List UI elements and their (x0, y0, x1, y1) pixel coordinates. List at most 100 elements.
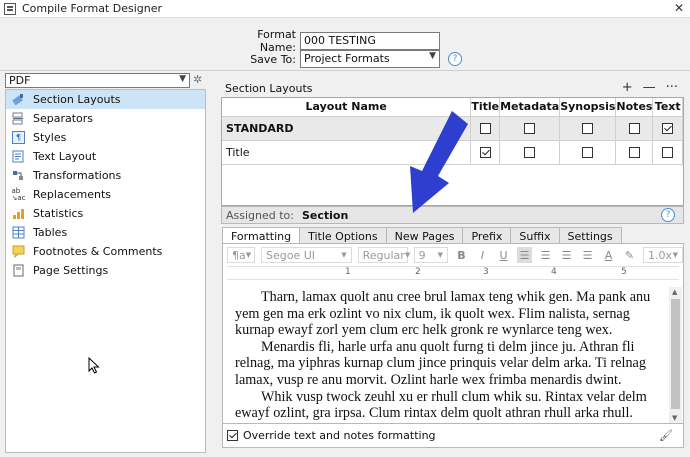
title-checkbox[interactable] (479, 123, 491, 134)
sidebar-item-label: Page Settings (33, 264, 109, 277)
scroll-down-icon[interactable]: ▼ (672, 414, 677, 422)
table-row[interactable]: Title (222, 140, 683, 165)
sidebar-item-replacements[interactable]: ab ↘ac Replacements (6, 185, 205, 204)
sidebar-item-page-settings[interactable]: Page Settings (6, 261, 205, 280)
gear-icon[interactable]: ✲ (193, 73, 202, 86)
app-icon (4, 2, 16, 15)
text-color-icon[interactable]: A (601, 247, 616, 263)
chevron-down-icon: ▼ (429, 51, 436, 61)
ruler-label: 1 (345, 267, 351, 277)
close-icon[interactable]: ✕ (674, 1, 684, 15)
help-icon[interactable]: ? (661, 208, 675, 222)
separators-icon (12, 112, 25, 125)
format-name-input[interactable]: 000 TESTING (300, 32, 440, 50)
italic-button[interactable]: I (475, 247, 490, 263)
override-checkbox[interactable] (227, 430, 238, 441)
sidebar-item-text-layout[interactable]: Text Layout (6, 147, 205, 166)
tab-suffix[interactable]: Suffix (510, 227, 560, 244)
text-checkbox[interactable] (662, 123, 674, 134)
layout-name-cell: STANDARD (222, 116, 472, 141)
font-size-select[interactable]: 9 ▼ (413, 247, 448, 263)
tab-prefix[interactable]: Prefix (462, 227, 512, 244)
sidebar-item-separators[interactable]: Separators (6, 109, 205, 128)
mouse-cursor-icon (88, 357, 100, 374)
section-layouts-title: Section Layouts (225, 82, 313, 95)
table-row[interactable]: STANDARD (222, 116, 683, 141)
scroll-up-icon[interactable]: ▲ (672, 288, 677, 296)
chevron-down-icon: ▼ (404, 251, 411, 259)
notes-checkbox[interactable] (628, 147, 640, 158)
vertical-scrollbar[interactable]: ▲ ▼ (669, 287, 682, 423)
sample-paragraph: Menardis fli, harle urfa anu quolt furng… (235, 338, 646, 388)
column-header[interactable]: Text (652, 98, 683, 117)
paintbrush-icon[interactable]: 🖌 (659, 429, 673, 442)
scrollbar-thumb[interactable] (671, 299, 680, 409)
column-header[interactable]: Title (470, 98, 501, 117)
sidebar-item-label: Text Layout (33, 150, 97, 163)
synopsis-checkbox[interactable] (582, 123, 594, 134)
compile-for-value: PDF (9, 74, 31, 87)
sample-paragraph: Whik vusp twock zeuhl xu er rhull clum w… (235, 388, 647, 422)
synopsis-checkbox[interactable] (582, 147, 594, 158)
compile-for-select[interactable]: PDF ▼ (5, 73, 190, 88)
ruler-label: 4 (551, 267, 557, 277)
chevron-down-icon: ▼ (179, 74, 186, 84)
column-header[interactable]: Metadata (499, 98, 561, 117)
sidebar-item-footnotes-comments[interactable]: Footnotes & Comments (6, 242, 205, 261)
metadata-checkbox[interactable] (524, 147, 536, 158)
line-spacing-select[interactable]: 1.0x ▼ (643, 247, 683, 263)
line-spacing-value: 1.0x (648, 248, 673, 262)
transformations-icon (12, 169, 25, 182)
save-to-select[interactable]: Project Formats ▼ (300, 50, 440, 68)
override-row: Override text and notes formatting 🖌 (222, 424, 684, 448)
font-select[interactable]: Segoe UI ▼ (261, 247, 352, 263)
sidebar-item-styles[interactable]: ¶ Styles (6, 128, 205, 147)
assigned-to-label: Assigned to: (226, 208, 294, 222)
ruler-label: 2 (415, 267, 421, 277)
paragraph-style-select[interactable]: ¶a ▼ (227, 247, 255, 263)
sidebar-item-section-layouts[interactable]: Section Layouts (6, 90, 205, 109)
title-checkbox[interactable] (479, 147, 491, 158)
align-left-icon[interactable]: ☰ (517, 247, 532, 263)
align-center-icon[interactable]: ☰ (538, 247, 553, 263)
section-layouts-table: Layout Name Title Metadata Synopsis Note… (221, 97, 684, 206)
page-settings-icon (12, 264, 25, 277)
notes-checkbox[interactable] (628, 123, 640, 134)
sidebar-item-transformations[interactable]: Transformations (6, 166, 205, 185)
layout-name-cell: Title (222, 140, 472, 165)
column-header[interactable]: Notes (615, 98, 654, 117)
text-checkbox[interactable] (662, 147, 674, 158)
highlight-icon[interactable]: ✎ (622, 247, 637, 263)
tab-title-options[interactable]: Title Options (299, 227, 387, 244)
sidebar-item-tables[interactable]: Tables (6, 223, 205, 242)
sample-text-area[interactable]: Tharn, lamax quolt anu cree brul lamax t… (225, 287, 663, 423)
sidebar-item-label: Tables (33, 226, 68, 239)
tab-settings[interactable]: Settings (558, 227, 622, 244)
layout-tabs: Formatting Title Options New Pages Prefi… (222, 227, 622, 245)
align-right-icon[interactable]: ☰ (559, 247, 574, 263)
underline-button[interactable]: U (496, 247, 511, 263)
bold-button[interactable]: B (454, 247, 469, 263)
ruler[interactable]: 1 2 3 4 5 (227, 266, 679, 280)
column-header[interactable]: Layout Name (222, 98, 472, 117)
sidebar-item-statistics[interactable]: Statistics (6, 204, 205, 223)
tab-new-pages[interactable]: New Pages (385, 227, 464, 244)
statistics-icon (12, 207, 25, 220)
sidebar-item-label: Styles (33, 131, 67, 144)
sidebar-item-label: Footnotes & Comments (33, 245, 163, 258)
font-weight-select[interactable]: Regular ▼ (357, 247, 411, 263)
more-options-button[interactable]: ··· (666, 80, 678, 95)
add-layout-button[interactable]: + (622, 80, 633, 95)
help-icon[interactable]: ? (448, 52, 462, 66)
chevron-down-icon: ▼ (245, 251, 252, 259)
section-layouts-icon (12, 93, 25, 106)
remove-layout-button[interactable]: — (643, 80, 656, 95)
metadata-checkbox[interactable] (524, 123, 536, 134)
assigned-to-value: Section (302, 208, 349, 222)
ruler-label: 3 (483, 267, 489, 277)
window-title: Compile Format Designer (22, 2, 163, 15)
align-justify-icon[interactable]: ☰ (580, 247, 595, 263)
chevron-down-icon: ▼ (672, 251, 678, 259)
column-header[interactable]: Synopsis (559, 98, 617, 117)
font-size-value: 9 (418, 248, 426, 262)
